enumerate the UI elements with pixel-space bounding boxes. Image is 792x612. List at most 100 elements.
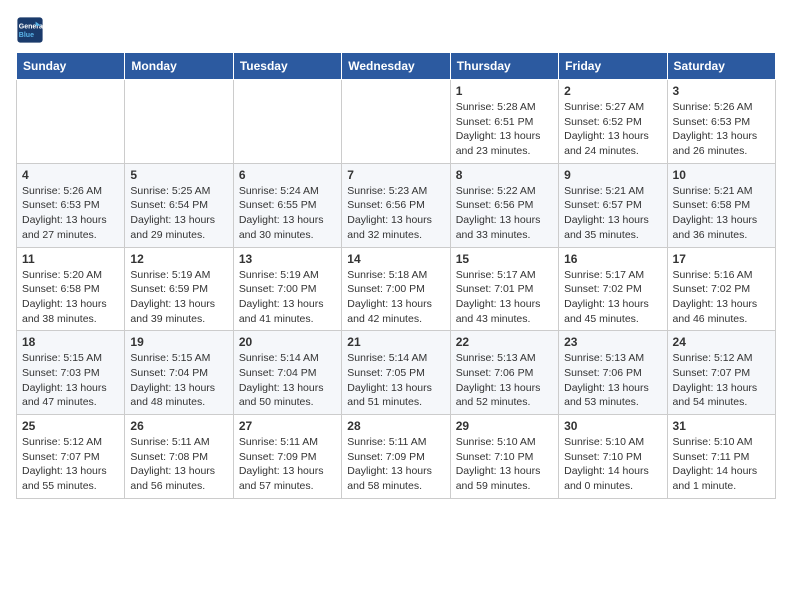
svg-text:Blue: Blue (19, 32, 34, 39)
calendar-week-4: 18Sunrise: 5:15 AM Sunset: 7:03 PM Dayli… (17, 331, 776, 415)
day-info: Sunrise: 5:16 AM Sunset: 7:02 PM Dayligh… (673, 268, 770, 327)
calendar-cell: 21Sunrise: 5:14 AM Sunset: 7:05 PM Dayli… (342, 331, 450, 415)
day-info: Sunrise: 5:21 AM Sunset: 6:58 PM Dayligh… (673, 184, 770, 243)
calendar-cell: 2Sunrise: 5:27 AM Sunset: 6:52 PM Daylig… (559, 80, 667, 164)
day-number: 5 (130, 168, 227, 182)
day-info: Sunrise: 5:17 AM Sunset: 7:02 PM Dayligh… (564, 268, 661, 327)
day-number: 29 (456, 419, 553, 433)
day-info: Sunrise: 5:24 AM Sunset: 6:55 PM Dayligh… (239, 184, 336, 243)
day-info: Sunrise: 5:18 AM Sunset: 7:00 PM Dayligh… (347, 268, 444, 327)
calendar-cell: 25 Sunrise: 5:12 AM Sunset: 7:07 PM Dayli… (17, 415, 125, 499)
day-header-sunday: Sunday (17, 53, 125, 80)
day-number: 20 (239, 335, 336, 349)
day-info: Sunrise: 5:11 AM Sunset: 7:09 PM Dayligh… (239, 435, 336, 494)
calendar-cell: 31 Sunrise: 5:10 AM Sunset: 7:11 PM Dayli… (667, 415, 775, 499)
calendar-week-2: 4 Sunrise: 5:26 AM Sunset: 6:53 PM Daylig… (17, 163, 776, 247)
calendar-cell (125, 80, 233, 164)
calendar-cell (233, 80, 341, 164)
day-number: 15 (456, 252, 553, 266)
day-number: 25 (22, 419, 119, 433)
calendar-cell: 14 Sunrise: 5:18 AM Sunset: 7:00 PM Dayli… (342, 247, 450, 331)
svg-text:General: General (19, 24, 44, 31)
calendar-cell: 11Sunrise: 5:20 AM Sunset: 6:58 PM Dayli… (17, 247, 125, 331)
day-number: 22 (456, 335, 553, 349)
title-block (44, 16, 736, 18)
day-number: 3 (673, 84, 770, 98)
day-number: 27 (239, 419, 336, 433)
day-info: Sunrise: 5:11 AM Sunset: 7:08 PM Dayligh… (130, 435, 227, 494)
day-info: Sunrise: 5:13 AM Sunset: 7:06 PM Dayligh… (564, 351, 661, 410)
calendar-body: 1 Sunrise: 5:28 AM Sunset: 6:51 PM Daylig… (17, 80, 776, 499)
day-info: Sunrise: 5:11 AM Sunset: 7:09 PM Dayligh… (347, 435, 444, 494)
day-header-saturday: Saturday (667, 53, 775, 80)
day-number: 7 (347, 168, 444, 182)
calendar-cell: 1 Sunrise: 5:28 AM Sunset: 6:51 PM Daylig… (450, 80, 558, 164)
calendar-cell: 30 Sunrise: 5:10 AM Sunset: 7:10 PM Dayli… (559, 415, 667, 499)
day-number: 14 (347, 252, 444, 266)
logo: General Blue (16, 16, 44, 44)
calendar-cell: 19 Sunrise: 5:15 AM Sunset: 7:04 PM Dayli… (125, 331, 233, 415)
day-header-friday: Friday (559, 53, 667, 80)
calendar-cell: 3Sunrise: 5:26 AM Sunset: 6:53 PM Daylig… (667, 80, 775, 164)
day-info: Sunrise: 5:12 AM Sunset: 7:07 PM Dayligh… (22, 435, 119, 494)
page-header: General Blue (16, 16, 776, 44)
calendar-cell: 15 Sunrise: 5:17 AM Sunset: 7:01 PM Dayli… (450, 247, 558, 331)
calendar-week-5: 25 Sunrise: 5:12 AM Sunset: 7:07 PM Dayli… (17, 415, 776, 499)
day-number: 17 (673, 252, 770, 266)
calendar-cell: 4 Sunrise: 5:26 AM Sunset: 6:53 PM Daylig… (17, 163, 125, 247)
day-number: 19 (130, 335, 227, 349)
calendar-cell: 5 Sunrise: 5:25 AM Sunset: 6:54 PM Daylig… (125, 163, 233, 247)
day-number: 9 (564, 168, 661, 182)
day-number: 16 (564, 252, 661, 266)
calendar-cell: 27 Sunrise: 5:11 AM Sunset: 7:09 PM Dayli… (233, 415, 341, 499)
day-number: 12 (130, 252, 227, 266)
day-header-monday: Monday (125, 53, 233, 80)
day-number: 31 (673, 419, 770, 433)
day-info: Sunrise: 5:14 AM Sunset: 7:04 PM Dayligh… (239, 351, 336, 410)
day-info: Sunrise: 5:10 AM Sunset: 7:10 PM Dayligh… (456, 435, 553, 494)
day-info: Sunrise: 5:21 AM Sunset: 6:57 PM Dayligh… (564, 184, 661, 243)
calendar-cell: 10 Sunrise: 5:21 AM Sunset: 6:58 PM Dayli… (667, 163, 775, 247)
calendar-cell: 18Sunrise: 5:15 AM Sunset: 7:03 PM Dayli… (17, 331, 125, 415)
day-number: 6 (239, 168, 336, 182)
calendar-cell: 9 Sunrise: 5:21 AM Sunset: 6:57 PM Daylig… (559, 163, 667, 247)
day-header-wednesday: Wednesday (342, 53, 450, 80)
day-info: Sunrise: 5:15 AM Sunset: 7:04 PM Dayligh… (130, 351, 227, 410)
day-info: Sunrise: 5:22 AM Sunset: 6:56 PM Dayligh… (456, 184, 553, 243)
day-number: 30 (564, 419, 661, 433)
day-number: 4 (22, 168, 119, 182)
calendar-cell: 20 Sunrise: 5:14 AM Sunset: 7:04 PM Dayli… (233, 331, 341, 415)
day-number: 10 (673, 168, 770, 182)
day-info: Sunrise: 5:19 AM Sunset: 6:59 PM Dayligh… (130, 268, 227, 327)
day-number: 1 (456, 84, 553, 98)
calendar-cell: 22Sunrise: 5:13 AM Sunset: 7:06 PM Dayli… (450, 331, 558, 415)
day-number: 23 (564, 335, 661, 349)
calendar-cell (17, 80, 125, 164)
day-info: Sunrise: 5:25 AM Sunset: 6:54 PM Dayligh… (130, 184, 227, 243)
day-info: Sunrise: 5:10 AM Sunset: 7:11 PM Dayligh… (673, 435, 770, 494)
day-number: 28 (347, 419, 444, 433)
calendar-cell: 26Sunrise: 5:11 AM Sunset: 7:08 PM Dayli… (125, 415, 233, 499)
calendar-week-3: 11Sunrise: 5:20 AM Sunset: 6:58 PM Dayli… (17, 247, 776, 331)
calendar-week-1: 1 Sunrise: 5:28 AM Sunset: 6:51 PM Daylig… (17, 80, 776, 164)
calendar-cell: 16 Sunrise: 5:17 AM Sunset: 7:02 PM Dayli… (559, 247, 667, 331)
day-info: Sunrise: 5:28 AM Sunset: 6:51 PM Dayligh… (456, 100, 553, 159)
day-header-tuesday: Tuesday (233, 53, 341, 80)
calendar-cell: 13 Sunrise: 5:19 AM Sunset: 7:00 PM Dayli… (233, 247, 341, 331)
day-info: Sunrise: 5:15 AM Sunset: 7:03 PM Dayligh… (22, 351, 119, 410)
day-info: Sunrise: 5:19 AM Sunset: 7:00 PM Dayligh… (239, 268, 336, 327)
day-info: Sunrise: 5:17 AM Sunset: 7:01 PM Dayligh… (456, 268, 553, 327)
day-info: Sunrise: 5:23 AM Sunset: 6:56 PM Dayligh… (347, 184, 444, 243)
calendar-cell (342, 80, 450, 164)
day-info: Sunrise: 5:14 AM Sunset: 7:05 PM Dayligh… (347, 351, 444, 410)
day-header-thursday: Thursday (450, 53, 558, 80)
day-number: 24 (673, 335, 770, 349)
day-info: Sunrise: 5:27 AM Sunset: 6:52 PM Dayligh… (564, 100, 661, 159)
day-info: Sunrise: 5:26 AM Sunset: 6:53 PM Dayligh… (22, 184, 119, 243)
calendar-cell: 8Sunrise: 5:22 AM Sunset: 6:56 PM Daylig… (450, 163, 558, 247)
day-number: 13 (239, 252, 336, 266)
calendar-cell: 29 Sunrise: 5:10 AM Sunset: 7:10 PM Dayli… (450, 415, 558, 499)
calendar-cell: 24Sunrise: 5:12 AM Sunset: 7:07 PM Dayli… (667, 331, 775, 415)
day-info: Sunrise: 5:10 AM Sunset: 7:10 PM Dayligh… (564, 435, 661, 494)
calendar-cell: 7 Sunrise: 5:23 AM Sunset: 6:56 PM Daylig… (342, 163, 450, 247)
